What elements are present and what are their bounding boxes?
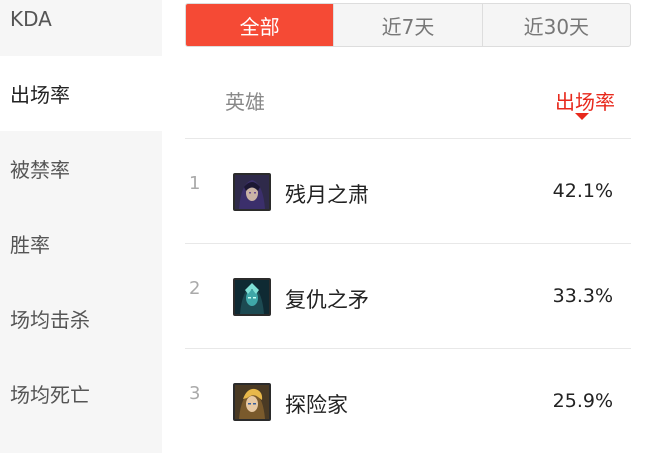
pick-rate-value: 25.9% bbox=[552, 390, 613, 412]
hero-avatar-icon bbox=[233, 278, 271, 316]
rank-number: 3 bbox=[189, 383, 201, 404]
tab-30-days[interactable]: 近30天 bbox=[481, 4, 630, 46]
table-row[interactable]: 2 复仇之矛 33.3% bbox=[185, 244, 631, 349]
table-row[interactable]: 1 残月之肃 42.1% bbox=[185, 139, 631, 244]
sort-desc-icon[interactable] bbox=[575, 113, 589, 120]
stats-sidebar: KDA 出场率 被禁率 胜率 场均击杀 场均死亡 bbox=[0, 0, 162, 453]
sidebar-item-label: 场均死亡 bbox=[10, 383, 90, 407]
hero-avatar-icon bbox=[233, 173, 271, 211]
tab-7-days[interactable]: 近7天 bbox=[333, 4, 481, 46]
hero-name: 探险家 bbox=[285, 393, 348, 417]
hero-name: 复仇之矛 bbox=[285, 288, 369, 312]
rank-number: 2 bbox=[189, 278, 201, 299]
sidebar-item-label: 胜率 bbox=[10, 233, 50, 257]
sidebar-item-label: KDA bbox=[10, 6, 52, 31]
sidebar-item-label: 出场率 bbox=[10, 83, 70, 107]
sidebar-item-avg-kills[interactable]: 场均击杀 bbox=[0, 281, 162, 356]
hero-avatar-icon bbox=[233, 383, 271, 421]
sidebar-item-kda[interactable]: KDA bbox=[0, 0, 162, 56]
sidebar-item-avg-deaths[interactable]: 场均死亡 bbox=[0, 356, 162, 431]
sidebar-item-label: 被禁率 bbox=[10, 158, 70, 182]
sidebar-item-label: 场均击杀 bbox=[10, 308, 90, 332]
column-header-hero: 英雄 bbox=[225, 90, 265, 114]
sidebar-item-ban-rate[interactable]: 被禁率 bbox=[0, 131, 162, 206]
rank-number: 1 bbox=[189, 173, 201, 194]
tab-all[interactable]: 全部 bbox=[186, 4, 334, 46]
sidebar-item-win-rate[interactable]: 胜率 bbox=[0, 206, 162, 281]
pick-rate-value: 42.1% bbox=[552, 180, 613, 202]
hero-name: 残月之肃 bbox=[285, 183, 369, 207]
column-header-pick-rate[interactable]: 出场率 bbox=[555, 86, 615, 115]
table-row[interactable]: 3 探险家 25.9% bbox=[185, 349, 631, 454]
sidebar-item-pick-rate[interactable]: 出场率 bbox=[0, 56, 162, 131]
pick-rate-value: 33.3% bbox=[552, 285, 613, 307]
time-range-tabs: 全部 近7天 近30天 bbox=[185, 3, 631, 47]
